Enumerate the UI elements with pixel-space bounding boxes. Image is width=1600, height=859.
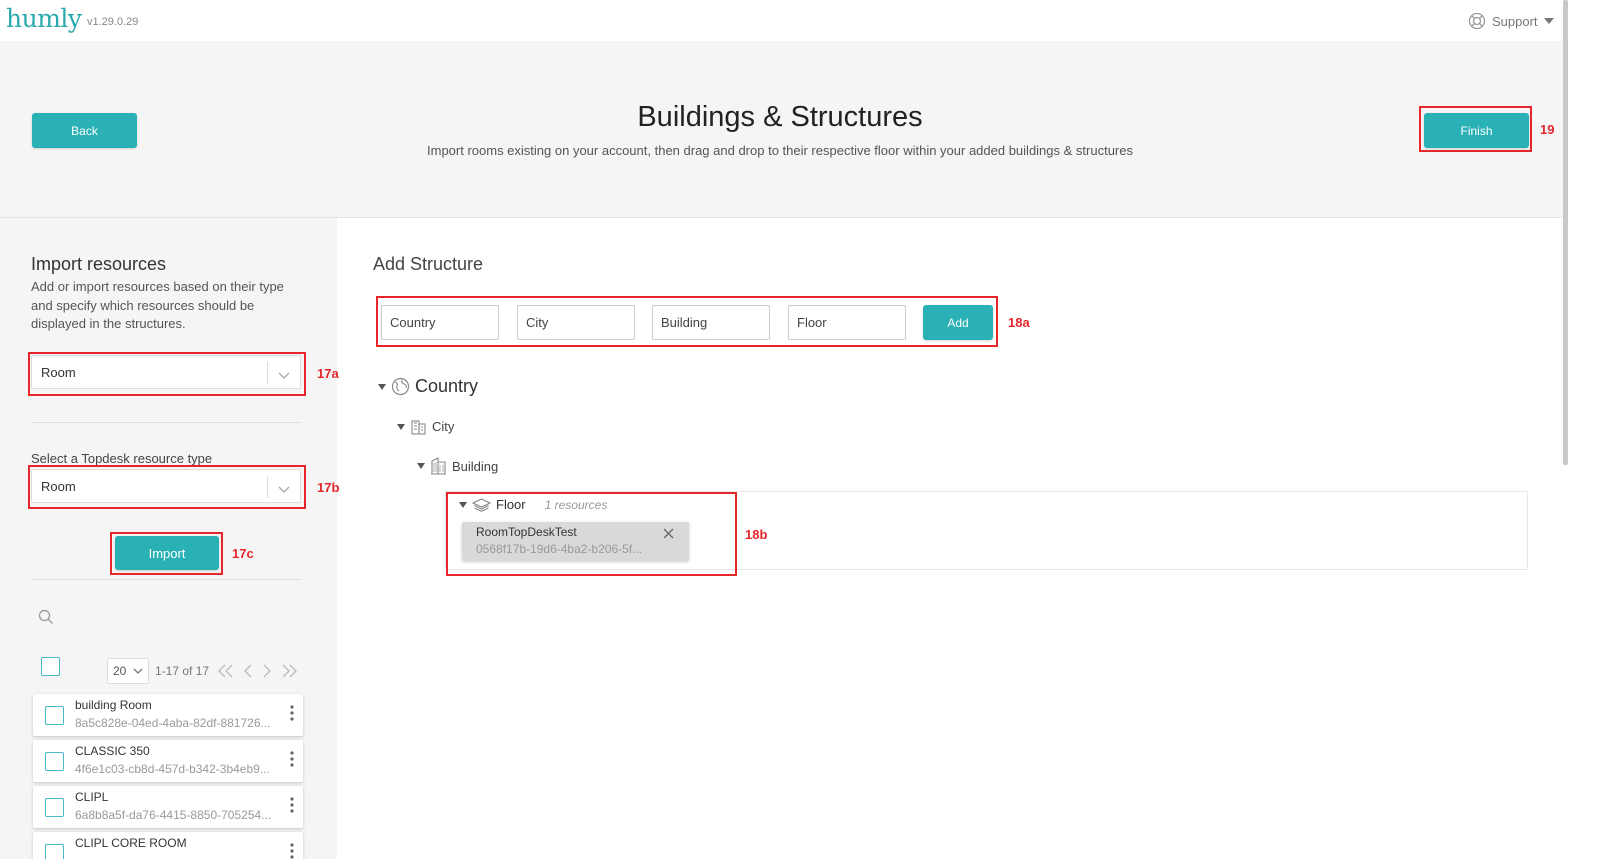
page-size-value: 20 [113,664,127,678]
annotation-box-19 [1419,106,1532,152]
resource-id: 8a5c828e-04ed-4aba-82df-881726... [75,716,271,730]
annotation-box-18a [376,296,998,347]
resource-list-item[interactable]: CLIPL 6a8b8a5f-da76-4415-8850-705254... [33,786,303,828]
tree-node-building[interactable]: Building [417,457,498,475]
divider [31,579,301,580]
annotation-box-17b [28,465,306,509]
chevron-down-icon [133,668,143,674]
annotation-box-17c [110,532,223,575]
page-subtitle: Import rooms existing on your account, t… [427,143,1133,158]
more-vertical-icon[interactable] [290,751,294,772]
add-structure-title: Add Structure [373,254,484,274]
page-title: Buildings & Structures [637,101,923,133]
prev-page-icon[interactable] [243,664,253,678]
tree-label: City [432,419,455,434]
first-page-icon[interactable] [217,664,234,678]
annotation-label-17a: 17a [317,366,339,381]
page-header: Back Buildings & Structures Import rooms… [0,41,1568,218]
annotation-label-18b: 18b [745,527,768,542]
resource-checkbox[interactable] [45,844,64,859]
app-version: v1.29.0.29 [87,16,139,28]
tree-node-city[interactable]: City [397,418,454,435]
more-vertical-icon[interactable] [290,797,294,818]
resource-name: building Room [75,698,152,712]
support-label: Support [1492,13,1538,29]
tree-node-country[interactable]: Country [378,376,478,397]
building-icon [431,457,446,475]
annotation-box-18b [446,492,737,576]
support-menu[interactable]: Support [1468,12,1554,30]
resource-name: CLIPL CORE ROOM [75,836,187,850]
caret-down-icon [1543,18,1554,24]
caret-down-icon[interactable] [417,463,425,469]
annotation-label-19: 19 [1540,122,1555,137]
page-scrollbar[interactable] [1563,0,1568,465]
resource-list-item[interactable]: building Room 8a5c828e-04ed-4aba-82df-88… [33,694,303,736]
resource-list-item[interactable]: CLASSIC 350 4f6e1c03-cb8d-457d-b342-3b4e… [33,740,303,782]
topdesk-type-label: Select a Topdesk resource type [31,451,213,466]
resource-id: 6a8b8a5f-da76-4415-8850-705254... [75,808,272,822]
search-icon[interactable] [38,609,54,630]
globe-icon [391,377,410,396]
annotation-label-18a: 18a [1008,315,1030,330]
caret-down-icon[interactable] [378,383,386,390]
more-vertical-icon[interactable] [290,843,294,859]
import-resources-title: Import resources [31,254,167,274]
support-lifebuoy-icon [1468,12,1486,30]
resource-id: 4f6e1c03-cb8d-457d-b342-3b4eb9... [75,762,270,776]
more-vertical-icon[interactable] [290,705,294,726]
divider [31,422,301,423]
pagination: 20 1-17 of 17 [107,658,298,684]
annotation-label-17c: 17c [232,546,254,561]
resource-name: CLASSIC 350 [75,744,150,758]
tree-label: Country [415,376,479,396]
resource-name: CLIPL [75,790,109,804]
resource-checkbox[interactable] [45,752,64,771]
annotation-label-17b: 17b [317,480,340,495]
humly-logo: humly [6,4,82,33]
caret-down-icon[interactable] [397,423,405,430]
page-range: 1-17 of 17 [155,664,210,678]
import-resources-description: Add or import resources based on their t… [31,279,284,331]
page-scrollbar-gutter [1568,0,1600,859]
select-all-checkbox[interactable] [41,657,60,676]
last-page-icon[interactable] [281,664,298,678]
city-icon [411,420,426,435]
tree-label: Building [452,458,499,474]
annotation-box-17a [28,352,306,396]
resource-checkbox[interactable] [45,706,64,725]
resource-list: building Room 8a5c828e-04ed-4aba-82df-88… [33,694,303,859]
top-bar: humly v1.29.0.29 Support [0,0,1568,41]
next-page-icon[interactable] [262,664,272,678]
resource-list-item[interactable]: CLIPL CORE ROOM [33,832,303,859]
resource-checkbox[interactable] [45,798,64,817]
page-size-select[interactable]: 20 [107,658,149,684]
